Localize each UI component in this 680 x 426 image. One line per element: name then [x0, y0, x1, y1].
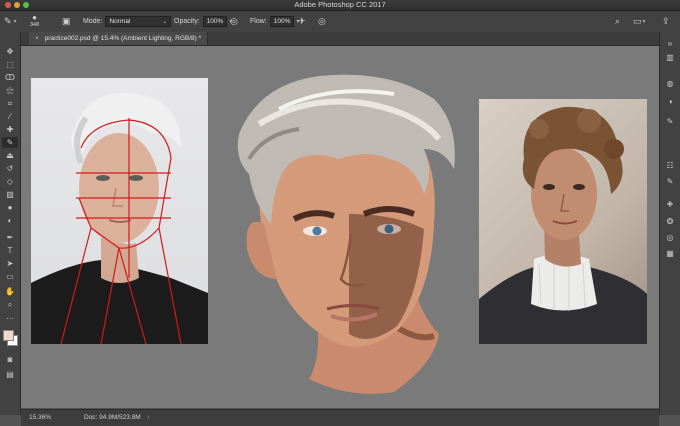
rectangle-icon[interactable]: ▭ [2, 271, 18, 282]
color-wheel-icon[interactable]: ◍ [664, 78, 676, 89]
eraser-icon[interactable]: ◇ [2, 176, 18, 187]
canvas-area[interactable] [21, 46, 659, 408]
share-button[interactable]: ⇪ [662, 11, 670, 32]
portrait-painting [219, 64, 467, 402]
tool-preset-picker[interactable]: ✎ ▾ [4, 11, 17, 32]
quick-mask-icon[interactable]: ◙ [2, 354, 18, 365]
zoom-level[interactable]: 15.36% [29, 410, 51, 426]
workspace-icon: ▭ [633, 16, 642, 26]
dodge-icon[interactable]: ◐ [2, 215, 18, 226]
clone-stamp-icon[interactable]: ⏏ [2, 150, 18, 161]
search-button[interactable]: ⌕ [615, 11, 620, 32]
brush-panel-toggle[interactable]: ▣ [62, 11, 71, 32]
type-icon[interactable]: T [2, 245, 18, 256]
opacity-input[interactable]: 100% [202, 16, 228, 27]
tool-presets-icon[interactable]: ✎ [664, 176, 676, 187]
foreground-color-swatch[interactable] [3, 330, 14, 341]
pressure-size-icon: ◎ [318, 16, 326, 26]
hand-icon[interactable]: ✋ [2, 286, 18, 297]
zoom-icon[interactable]: ⌕ [2, 299, 18, 310]
artboard[interactable] [21, 46, 659, 408]
search-icon: ⌕ [615, 16, 621, 26]
airbrush-icon: ✈ [298, 16, 306, 26]
pressure-size-toggle[interactable]: ◎ [318, 11, 326, 32]
brush-preset-picker[interactable]: ● 348 [30, 11, 39, 32]
channels-icon[interactable]: ❂ [664, 216, 676, 227]
marquee-icon[interactable]: ⬚ [2, 59, 18, 70]
reference-photo-left [31, 78, 208, 344]
share-icon: ⇪ [662, 16, 670, 26]
screen-mode-icon[interactable]: ▤ [2, 369, 18, 380]
status-menu-arrow-icon[interactable]: › [147, 410, 149, 426]
document-tab-title: practice002.psd @ 15.4% (Ambient Lightin… [44, 35, 202, 42]
document-tab[interactable]: × practice002.psd @ 15.4% (Ambient Light… [29, 32, 209, 45]
layers-icon[interactable]: ◈ [664, 198, 676, 209]
reference-photo-right [479, 99, 647, 344]
histogram-icon[interactable]: ▥ [664, 52, 676, 63]
pen-icon[interactable]: ✒ [2, 232, 18, 243]
mode-value: Normal [109, 18, 131, 25]
path-selection-icon[interactable]: ➤ [2, 258, 18, 269]
tab-close-icon[interactable]: × [35, 35, 39, 42]
brush-size-label: 348 [30, 22, 40, 28]
options-bar: ✎ ▾ ● 348 ▣ Mode: Normal ⌄ Opacity: 100%… [0, 11, 680, 33]
pressure-opacity-toggle[interactable]: ◎ [230, 11, 238, 32]
mode-select[interactable]: Normal ⌄ [105, 16, 172, 27]
swatches-icon[interactable]: ▦ [664, 248, 676, 259]
properties-icon[interactable]: ☷ [664, 160, 676, 171]
document-tab-bar: × practice002.psd @ 15.4% (Ambient Light… [21, 32, 659, 46]
history-brush-icon[interactable]: ↺ [2, 163, 18, 174]
gradient-icon[interactable]: ▨ [2, 189, 18, 200]
status-bar: 15.36% Doc: 94.9M/523.8M › [21, 409, 659, 426]
brush-panel-icon: ▣ [62, 16, 71, 26]
move-icon[interactable]: ✥ [2, 46, 18, 57]
brush-icon[interactable]: ✎ [2, 137, 18, 148]
more-tools-icon[interactable]: ··· [2, 313, 18, 324]
mode-label: Mode: [83, 18, 103, 25]
opacity-label: Opacity: [174, 18, 200, 25]
blur-icon[interactable]: ● [2, 202, 18, 213]
chevron-down-icon: ⌄ [162, 18, 168, 25]
crop-icon[interactable]: ⌗ [2, 98, 18, 109]
document-size: Doc: 94.9M/523.8M [84, 414, 141, 421]
panel-collapse-icon[interactable]: » [664, 38, 676, 49]
brush-tip-icon: ● [32, 13, 38, 22]
brush-tool-icon: ✎ [4, 16, 12, 26]
panel-dock: » ▥ ◍ ◑ ✎ ☷ ✎ ◈ ❂ ◎ ▦ [659, 32, 680, 415]
brush-settings-icon[interactable]: ✎ [664, 116, 676, 127]
paths-icon[interactable]: ◎ [664, 232, 676, 243]
workspace-switcher[interactable]: ▭ ▾ [633, 11, 646, 32]
eyedropper-icon[interactable]: ⁄ [2, 111, 18, 122]
flow-label: Flow: [250, 18, 267, 25]
app-title: Adobe Photoshop CC 2017 [294, 0, 386, 9]
healing-brush-icon[interactable]: ✚ [2, 124, 18, 135]
tools-panel: ✥ ⬚ ↀ ⚝ ⌗ ⁄ ✚ ✎ ⏏ ↺ ◇ ▨ ● ◐ ✒ T ➤ ▭ ✋ ⌕ … [0, 32, 21, 415]
flow-input[interactable]: 100% [269, 16, 295, 27]
lasso-icon[interactable]: ↀ [2, 72, 18, 83]
title-bar: Adobe Photoshop CC 2017 [0, 0, 680, 11]
adjustments-icon[interactable]: ◑ [664, 96, 676, 107]
pressure-opacity-icon: ◎ [230, 16, 238, 26]
magic-wand-icon[interactable]: ⚝ [2, 85, 18, 96]
airbrush-toggle[interactable]: ✈ [298, 11, 306, 32]
